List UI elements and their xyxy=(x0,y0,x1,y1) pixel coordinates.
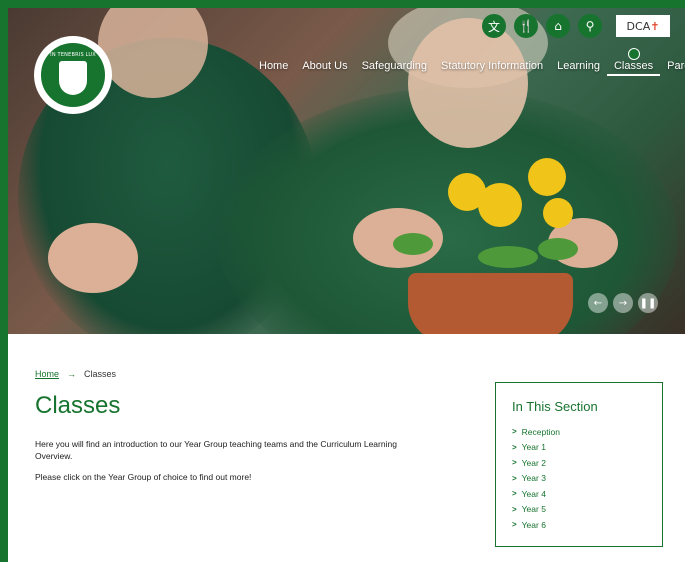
hero-hand xyxy=(48,223,138,293)
chevron-right-icon: > xyxy=(512,427,517,437)
hero-flower xyxy=(543,198,573,228)
chevron-right-icon: > xyxy=(512,504,517,514)
hero-leaf xyxy=(393,233,433,255)
nav-home[interactable]: Home xyxy=(252,60,295,76)
classes-badge-icon xyxy=(627,48,640,60)
section-item-label: Year 3 xyxy=(521,473,546,484)
in-this-section-panel: In This Section > Reception > Year 1 > Year… xyxy=(495,382,663,547)
school-logo[interactable]: IN TENEBRIS LUX xyxy=(34,36,112,114)
hero-flower xyxy=(478,183,522,227)
breadcrumb: Home → Classes xyxy=(35,369,116,379)
nav-classes-label: Classes xyxy=(613,60,654,72)
section-item-label: Year 1 xyxy=(521,442,546,453)
chevron-right-icon: > xyxy=(512,489,517,499)
chevron-right-icon: > xyxy=(512,442,517,452)
slider-pause-button[interactable]: ❚❚ xyxy=(638,293,658,313)
frame-left-border xyxy=(0,0,8,562)
nav-parents[interactable]: Parents xyxy=(660,60,685,76)
section-item-label: Year 6 xyxy=(521,519,546,530)
translate-icon[interactable]: 文 xyxy=(482,14,506,38)
dcat-link[interactable]: DCA ✝ xyxy=(616,15,670,37)
slider-next-button[interactable]: → xyxy=(613,293,633,313)
section-title: In This Section xyxy=(512,399,598,414)
intro-text: Here you will find an introduction to ou… xyxy=(35,438,435,483)
logo-motto: IN TENEBRIS LUX xyxy=(50,52,96,58)
dcat-label: DCA xyxy=(626,19,651,33)
search-icon[interactable]: ⚲ xyxy=(578,14,602,38)
section-item-label: Reception xyxy=(521,426,560,437)
lunch-icon[interactable]: 🍴 xyxy=(514,14,538,38)
slider-prev-button[interactable]: ← xyxy=(588,293,608,313)
section-item-year-6[interactable]: > Year 6 xyxy=(512,517,646,533)
section-item-year-4[interactable]: > Year 4 xyxy=(512,486,646,502)
section-list: > Reception > Year 1 > Year 2 > Year 3 > Year… xyxy=(512,424,646,533)
section-item-label: Year 2 xyxy=(521,457,546,468)
section-item-year-5[interactable]: > Year 5 xyxy=(512,502,646,518)
hero-leaf xyxy=(478,246,538,268)
hero-flower xyxy=(528,158,566,196)
nav-statutory-information[interactable]: Statutory Information xyxy=(434,60,550,76)
hero-flower-pot xyxy=(408,273,573,334)
nav-classes[interactable]: Classes xyxy=(606,48,661,76)
main-nav: Home About Us Safeguarding Statutory Inf… xyxy=(252,48,685,76)
parents-icon[interactable]: ⌂ xyxy=(546,14,570,38)
school-crest: IN TENEBRIS LUX xyxy=(39,41,107,109)
nav-safeguarding[interactable]: Safeguarding xyxy=(355,60,434,76)
section-item-label: Year 5 xyxy=(521,504,546,515)
slider-controls: ← → ❚❚ xyxy=(588,293,658,313)
intro-paragraph: Please click on the Year Group of choice… xyxy=(35,472,252,482)
page-title: Classes xyxy=(35,392,121,419)
hero-leaf xyxy=(538,238,578,260)
hero-image xyxy=(8,8,685,334)
shield-icon xyxy=(59,61,87,95)
breadcrumb-home-link[interactable]: Home xyxy=(35,369,59,379)
cross-icon: ✝ xyxy=(650,19,660,33)
frame-top-border xyxy=(0,0,685,8)
breadcrumb-current: Classes xyxy=(84,369,117,379)
section-item-label: Year 4 xyxy=(521,488,546,499)
section-item-reception[interactable]: > Reception xyxy=(512,424,646,440)
breadcrumb-arrow-icon: → xyxy=(67,369,77,379)
section-item-year-3[interactable]: > Year 3 xyxy=(512,471,646,487)
intro-paragraph: Here you will find an introduction to ou… xyxy=(35,439,397,461)
chevron-right-icon: > xyxy=(512,520,517,530)
nav-about-us[interactable]: About Us xyxy=(295,60,354,76)
chevron-right-icon: > xyxy=(512,458,517,468)
chevron-right-icon: > xyxy=(512,473,517,483)
nav-learning[interactable]: Learning xyxy=(550,60,607,76)
section-item-year-1[interactable]: > Year 1 xyxy=(512,440,646,456)
utility-bar: 文 🍴 ⌂ ⚲ DCA ✝ xyxy=(482,14,670,38)
section-item-year-2[interactable]: > Year 2 xyxy=(512,455,646,471)
